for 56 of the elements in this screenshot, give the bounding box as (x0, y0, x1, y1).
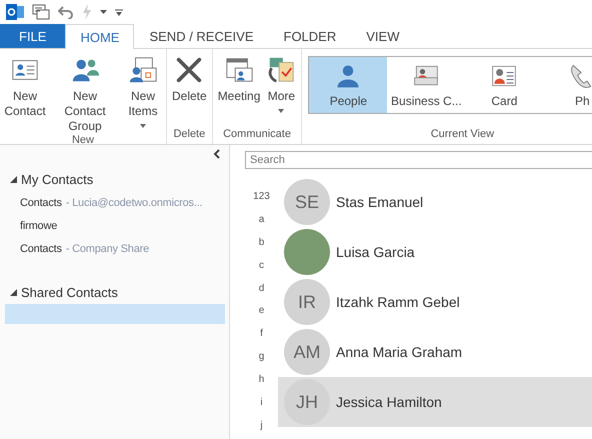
ribbon-button[interactable]: Delete (169, 49, 210, 128)
ribbon-button[interactable]: More (263, 49, 300, 128)
folder-item[interactable]: firmowe (4, 214, 225, 237)
folder-group-header[interactable]: Shared Contacts (0, 280, 229, 304)
index-letter[interactable]: g (258, 345, 264, 368)
view-option[interactable]: Card (465, 57, 544, 113)
view-option[interactable]: Business C... (387, 57, 466, 113)
delete-icon (174, 55, 204, 85)
group-label: New (70, 134, 95, 146)
folder-item[interactable]: Contacts - Lucia@codetwo.onmicros... (4, 191, 225, 214)
ribbon-button[interactable]: New Contact Group (48, 49, 122, 134)
index-letter[interactable]: d (258, 276, 264, 300)
ribbon-tab[interactable]: FOLDER (268, 24, 352, 48)
contact-row[interactable]: JH Jessica Hamilton (278, 377, 592, 427)
ribbon-tab[interactable]: SEND / RECEIVE (134, 24, 268, 48)
photo-placeholder (284, 229, 330, 275)
expand-triangle-icon[interactable] (10, 176, 17, 182)
group-label: Delete (172, 128, 206, 142)
send-receive-icon[interactable] (32, 4, 50, 20)
view-option[interactable]: Ph (543, 57, 592, 113)
index-letter[interactable]: c (259, 254, 264, 277)
undo-icon[interactable] (58, 5, 74, 19)
ribbon-button[interactable]: New Items (122, 49, 164, 134)
collapse-icon[interactable] (213, 149, 221, 159)
app-logo-icon[interactable] (6, 4, 24, 20)
group-label: Current View (430, 128, 496, 142)
index-letter[interactable]: j (260, 414, 263, 437)
caret-icon[interactable] (100, 10, 107, 14)
index-letter[interactable]: e (258, 299, 264, 322)
index-letter[interactable]: h (258, 368, 264, 392)
contact-initials: IR (284, 279, 330, 325)
contact-row[interactable]: AM Anna Maria Graham (278, 327, 592, 377)
ribbon-tab[interactable]: VIEW (351, 24, 414, 48)
index-letter[interactable]: b (258, 230, 264, 254)
ribbon-button[interactable]: Meeting (214, 49, 264, 128)
ribbon-tab[interactable]: HOME (65, 24, 134, 49)
index-letter[interactable]: f (260, 322, 263, 346)
folder-item[interactable]: Contacts - Company Share (4, 237, 225, 260)
file-tab[interactable]: FILE (0, 24, 66, 48)
ribbon-button[interactable]: New Contact (2, 49, 48, 134)
phone-icon (568, 62, 592, 90)
group-label: Communicate (222, 128, 292, 142)
contact-initials: AM (284, 329, 330, 375)
index-letter[interactable]: i (260, 391, 263, 414)
index-letter[interactable]: 123 (253, 185, 270, 208)
folder-group-header[interactable]: My Contacts (0, 167, 229, 191)
search-field[interactable]: Search (245, 151, 592, 169)
index-letter[interactable]: a (258, 208, 264, 231)
contact-row[interactable]: SE Stas Emanuel (278, 177, 592, 227)
contact-initials: SE (284, 179, 330, 225)
contact-initials: JH (284, 379, 330, 425)
contact-row[interactable]: Luisa Garcia (278, 227, 592, 277)
view-option[interactable]: People (309, 57, 388, 113)
contact-row[interactable]: IR Itzahk Ramm Gebel (278, 277, 592, 327)
expand-triangle-icon[interactable] (10, 288, 17, 296)
customize-toolbar-icon[interactable] (115, 8, 123, 16)
